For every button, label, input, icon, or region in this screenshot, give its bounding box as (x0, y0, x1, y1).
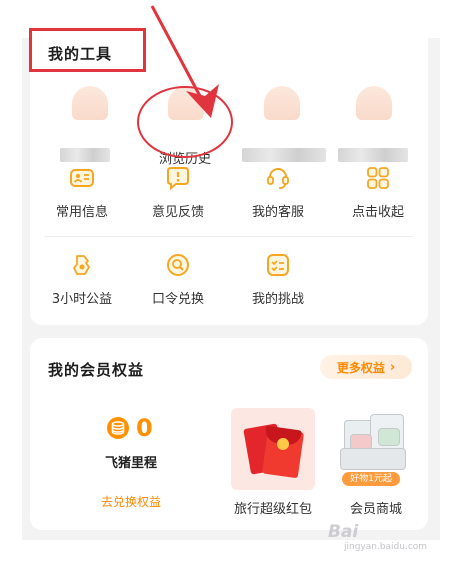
tool-common-info[interactable]: 常用信息 (40, 165, 124, 235)
member-mall-item[interactable]: 好物1元起 会员商城 (336, 408, 416, 520)
tool-charity[interactable]: 3小时公益 (40, 252, 124, 322)
watermark-text: Bai (328, 522, 359, 542)
tool-label: 点击收起 (351, 205, 404, 220)
mileage-value: 0 (136, 414, 153, 442)
row-divider (44, 236, 414, 237)
tool-label: 我的挑战 (251, 292, 304, 307)
tool-code-redeem[interactable]: 口令兑换 (136, 252, 220, 322)
tool-label: 3小时公益 (51, 292, 113, 307)
history-item[interactable] (328, 82, 418, 177)
mall-badge: 好物1元起 (342, 472, 400, 486)
more-benefits-button[interactable]: 更多权益 › (320, 355, 412, 379)
watermark: Bai jingyan.baidu.com (328, 522, 438, 558)
chevron-right-icon: › (389, 359, 396, 375)
watermark-subtext: jingyan.baidu.com (344, 542, 428, 552)
tool-label: 口令兑换 (151, 292, 204, 307)
checklist-icon (267, 254, 289, 276)
collapse-grid-icon (367, 167, 389, 189)
member-benefits-title: 我的会员权益 (48, 361, 145, 379)
id-card-icon (70, 169, 94, 187)
red-envelope-image (231, 408, 315, 490)
redpack-label: 旅行超级红包 (233, 502, 312, 517)
tool-feedback[interactable]: 意见反馈 (136, 165, 220, 235)
feedback-icon (167, 167, 189, 191)
history-item[interactable] (44, 82, 134, 177)
title-highlight-box (29, 28, 146, 72)
member-benefits-card: 我的会员权益 更多权益 › 0 飞猪里程 去兑换权益 旅行超级红包 好物1元起 … (30, 338, 428, 530)
tool-customer-service[interactable]: 我的客服 (236, 165, 320, 235)
headset-icon (267, 168, 289, 189)
coin-stack-icon (107, 417, 129, 439)
mileage-block[interactable]: 0 飞猪里程 去兑换权益 (92, 412, 232, 522)
history-item[interactable] (236, 82, 326, 177)
history-thumbnail (72, 86, 108, 120)
more-benefits-label: 更多权益 (336, 360, 385, 375)
charity-icon (73, 255, 90, 275)
member-mall-label: 会员商城 (349, 502, 402, 517)
tool-collapse[interactable]: 点击收起 (336, 165, 420, 235)
blurred-label (60, 148, 110, 162)
history-thumbnail (356, 86, 392, 120)
redeem-benefits-link[interactable]: 去兑换权益 (92, 493, 170, 510)
tool-challenge[interactable]: 我的挑战 (236, 252, 320, 322)
travel-redpack-item[interactable]: 旅行超级红包 (230, 408, 316, 520)
blurred-label (338, 148, 408, 162)
history-thumbnail (264, 86, 300, 120)
tool-label: 意见反馈 (151, 205, 204, 220)
tool-label: 我的客服 (251, 205, 304, 220)
mileage-label: 飞猪里程 (104, 456, 157, 471)
search-code-icon (167, 254, 189, 276)
blurred-label (242, 148, 326, 162)
tool-label: 常用信息 (55, 205, 108, 220)
history-highlight-ellipse (137, 86, 233, 158)
